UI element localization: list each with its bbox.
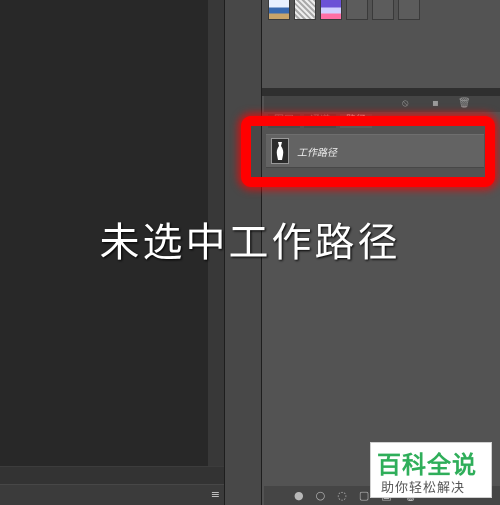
new-item-icon[interactable]: ▪ (432, 98, 439, 109)
stroke-path-icon[interactable]: ○ (316, 489, 326, 502)
style-swatch[interactable] (320, 0, 342, 20)
make-work-path-icon[interactable]: ▢ (359, 489, 369, 502)
style-swatch[interactable] (372, 0, 394, 20)
no-entry-icon[interactable]: ⦸ (402, 98, 409, 109)
load-selection-icon[interactable]: ◌ (337, 489, 347, 502)
tutorial-caption: 未选中工作路径 (99, 220, 401, 266)
style-swatch[interactable] (268, 0, 290, 20)
status-menu-icon[interactable]: ≡ (211, 488, 220, 501)
style-swatch[interactable] (294, 0, 316, 20)
status-bar: ≡ (0, 484, 224, 505)
horizontal-scrollbar[interactable] (0, 466, 224, 484)
trash-icon[interactable]: 🗑 (458, 98, 471, 109)
style-swatch[interactable] (398, 0, 420, 20)
watermark-main-text: 百科全说 (377, 451, 477, 479)
style-swatch[interactable] (346, 0, 368, 20)
watermark-logo: 百科全说 助你轻松解决 (370, 442, 492, 498)
red-highlight-annotation (241, 116, 495, 187)
panel-separator (262, 88, 500, 96)
watermark-sub-text: 助你轻松解决 (381, 481, 466, 496)
fill-path-icon[interactable]: ● (294, 489, 304, 502)
panel-top-bar: ⦸ ▪ 🗑 (264, 96, 500, 112)
styles-swatch-row (268, 0, 420, 20)
